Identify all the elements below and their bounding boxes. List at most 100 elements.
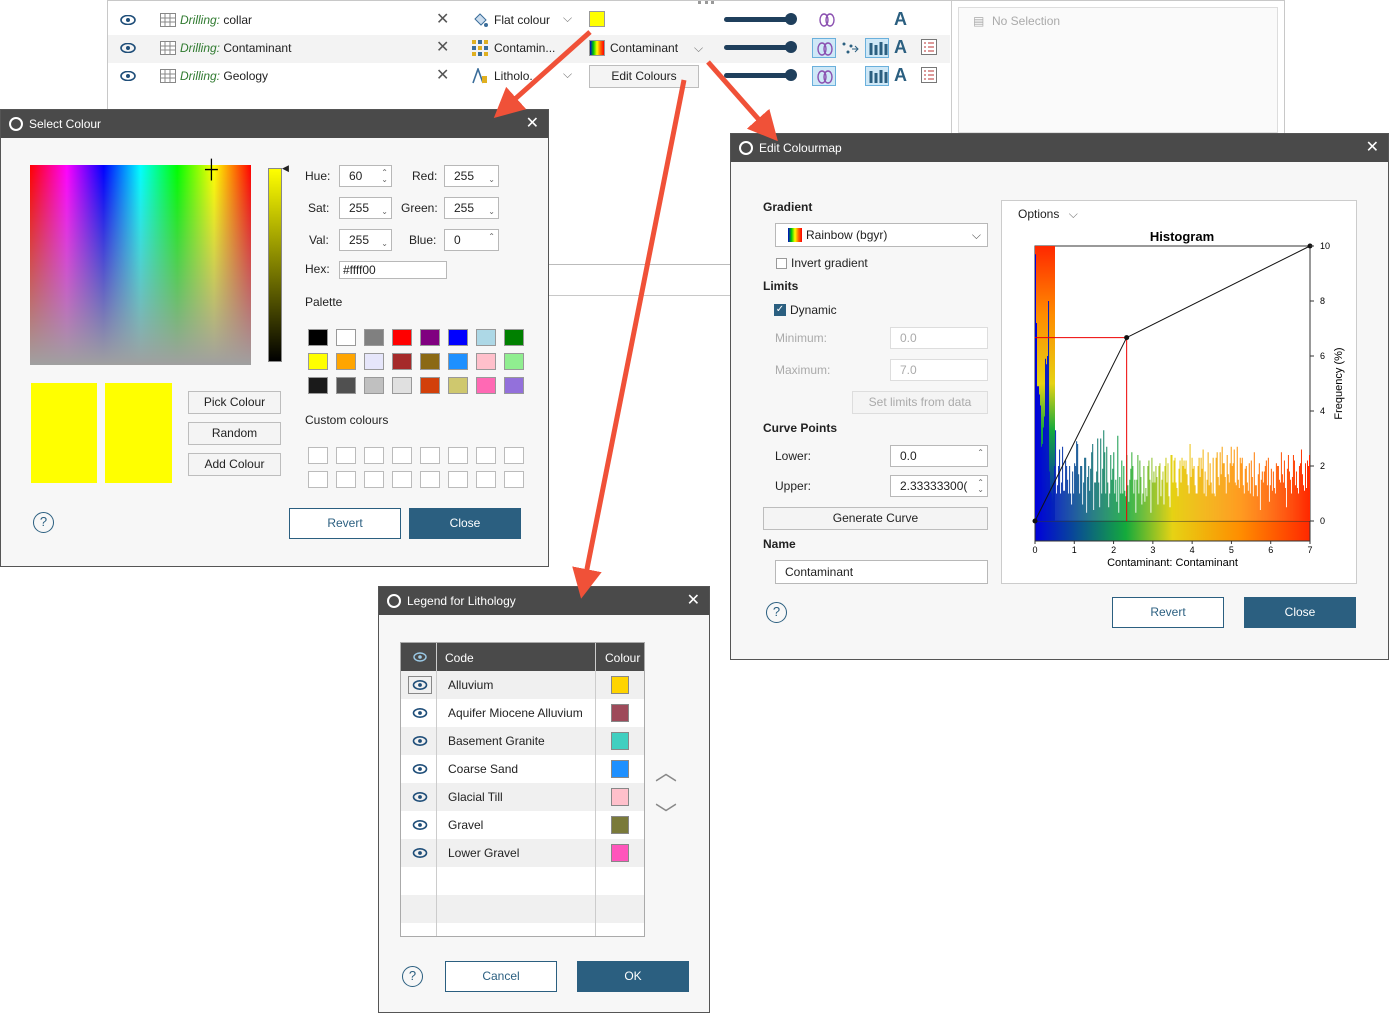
blue-input[interactable]: 0 ⌃	[444, 229, 499, 251]
eye-icon[interactable]	[408, 676, 432, 694]
legend-colour-swatch[interactable]	[611, 732, 629, 750]
random-button[interactable]: Random	[188, 422, 281, 445]
palette-swatch[interactable]	[336, 377, 356, 394]
legend-row[interactable]: Gravel	[401, 811, 644, 839]
help-icon[interactable]: ?	[402, 966, 423, 987]
eye-icon[interactable]	[120, 43, 136, 53]
close-button[interactable]: Close	[1244, 597, 1356, 628]
name-input[interactable]: Contaminant	[775, 560, 988, 584]
eye-icon[interactable]	[412, 652, 428, 662]
custom-colour-slot[interactable]	[504, 447, 524, 464]
upper-input[interactable]: 2.33333300(⌃ ⌄	[890, 475, 988, 497]
splitter-handle[interactable]	[698, 1, 714, 5]
eye-icon[interactable]	[412, 764, 428, 774]
custom-colour-slot[interactable]	[420, 471, 440, 488]
val-input[interactable]: 255 ⌄	[339, 229, 392, 251]
chevron-down-icon[interactable]: ⌵	[563, 67, 572, 82]
layer-row-geology[interactable]: Drilling: Geology ✕ Litholo... ⌵ Edit Co…	[108, 63, 950, 91]
palette-swatch[interactable]	[364, 353, 384, 370]
colourmap-label[interactable]: Contaminant	[610, 41, 678, 55]
ok-button[interactable]: OK	[577, 961, 689, 992]
eye-icon[interactable]	[412, 820, 428, 830]
legend-row[interactable]: Coarse Sand	[401, 755, 644, 783]
move-down-icon[interactable]: ﹀	[655, 797, 677, 829]
sat-input[interactable]: 255 ⌄	[339, 197, 392, 219]
legend-colour-swatch[interactable]	[611, 760, 629, 778]
palette-swatch[interactable]	[476, 329, 496, 346]
opacity-slider[interactable]	[724, 17, 794, 22]
revert-button[interactable]: Revert	[289, 508, 401, 539]
eye-icon[interactable]	[120, 15, 136, 25]
custom-colour-slot[interactable]	[476, 471, 496, 488]
legend-row[interactable]: Aquifer Miocene Alluvium	[401, 699, 644, 727]
legend-colour-swatch[interactable]	[611, 704, 629, 722]
legend-colour-swatch[interactable]	[611, 788, 629, 806]
invert-checkbox[interactable]	[776, 258, 787, 269]
gradient-select[interactable]: Rainbow (bgyr) ⌵	[775, 223, 988, 247]
custom-colour-slot[interactable]	[392, 447, 412, 464]
legend-colour-swatch[interactable]	[611, 676, 629, 694]
close-icon[interactable]: ✕	[526, 110, 539, 138]
column-header-colour[interactable]: Colour	[605, 651, 640, 665]
eye-icon[interactable]	[412, 848, 428, 858]
hue-input[interactable]: 60 ⌃ ⌄	[339, 165, 392, 187]
palette-swatch[interactable]	[392, 353, 412, 370]
remove-icon[interactable]: ✕	[436, 65, 449, 85]
legend-colour-swatch[interactable]	[611, 844, 629, 862]
legend-icon[interactable]	[921, 39, 937, 55]
close-button[interactable]: Close	[409, 508, 521, 539]
filter-points-icon[interactable]	[841, 40, 859, 56]
opacity-slider[interactable]	[724, 73, 794, 78]
close-icon[interactable]: ✕	[687, 587, 700, 615]
legend-row[interactable]: Lower Gravel	[401, 839, 644, 867]
maximum-input[interactable]: 7.0	[890, 359, 988, 381]
custom-colour-slot[interactable]	[336, 447, 356, 464]
custom-colour-slot[interactable]	[308, 471, 328, 488]
palette-swatch[interactable]	[308, 377, 328, 394]
palette-swatch[interactable]	[420, 329, 440, 346]
palette-swatch[interactable]	[448, 329, 468, 346]
text-label-icon[interactable]: A	[894, 65, 907, 86]
hue-saturation-field[interactable]	[30, 165, 251, 365]
custom-colour-slot[interactable]	[308, 447, 328, 464]
eye-icon[interactable]	[120, 71, 136, 81]
edit-colours-button[interactable]: Edit Colours	[589, 65, 699, 88]
eye-icon[interactable]	[412, 736, 428, 746]
colour-swatch[interactable]	[589, 11, 605, 27]
layer-row-collar[interactable]: Drilling: collar ✕ Flat colour ⌵ A	[108, 7, 950, 35]
red-input[interactable]: 255 ⌄	[444, 165, 499, 187]
opacity-slider[interactable]	[724, 45, 794, 50]
palette-swatch[interactable]	[448, 377, 468, 394]
colour-mode-label[interactable]: Contamin...	[494, 41, 555, 55]
move-up-icon[interactable]: ︿	[655, 755, 677, 787]
layer-row-contaminant[interactable]: Drilling: Contaminant ✕ Contamin... Cont…	[108, 35, 950, 63]
custom-colour-slot[interactable]	[364, 471, 384, 488]
palette-swatch[interactable]	[308, 353, 328, 370]
legend-row[interactable]: Alluvium	[401, 671, 644, 699]
cylinder-icon[interactable]	[812, 66, 836, 86]
legend-colour-swatch[interactable]	[611, 816, 629, 834]
slider-handle[interactable]	[785, 41, 797, 53]
palette-swatch[interactable]	[420, 377, 440, 394]
chevron-down-icon[interactable]: ⌵	[694, 41, 703, 56]
palette-swatch[interactable]	[336, 353, 356, 370]
cancel-button[interactable]: Cancel	[445, 961, 557, 992]
help-icon[interactable]: ?	[33, 512, 54, 533]
custom-colour-slot[interactable]	[420, 447, 440, 464]
eye-icon[interactable]	[412, 792, 428, 802]
custom-colour-slot[interactable]	[336, 471, 356, 488]
custom-colour-slot[interactable]	[364, 447, 384, 464]
legend-row[interactable]: Glacial Till	[401, 783, 644, 811]
palette-swatch[interactable]	[336, 329, 356, 346]
pick-colour-button[interactable]: Pick Colour	[188, 391, 281, 414]
palette-swatch[interactable]	[392, 329, 412, 346]
minimum-input[interactable]: 0.0	[890, 327, 988, 349]
palette-swatch[interactable]	[420, 353, 440, 370]
legend-row[interactable]: Basement Granite	[401, 727, 644, 755]
palette-swatch[interactable]	[476, 377, 496, 394]
remove-icon[interactable]: ✕	[436, 9, 449, 29]
set-limits-button[interactable]: Set limits from data	[852, 391, 988, 414]
gradient-swatch[interactable]	[589, 40, 605, 56]
palette-swatch[interactable]	[504, 353, 524, 370]
remove-icon[interactable]: ✕	[436, 37, 449, 57]
